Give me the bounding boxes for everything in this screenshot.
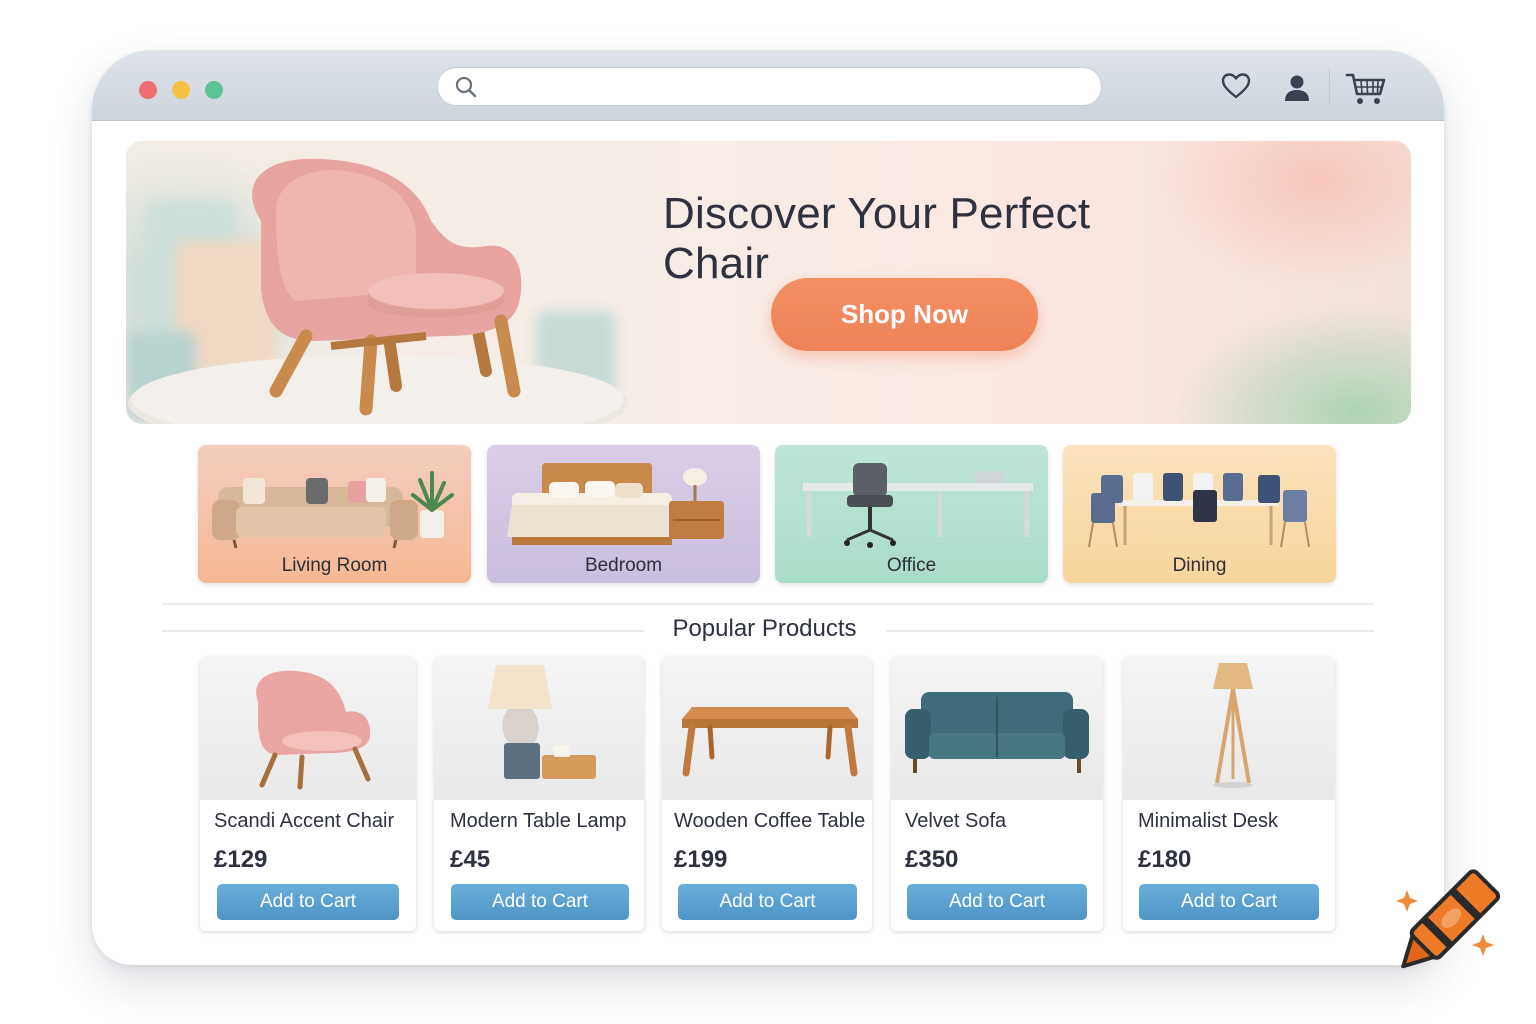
product-price: £350	[905, 846, 959, 873]
section-divider	[162, 603, 1374, 605]
product-image	[434, 657, 644, 800]
close-window-button[interactable]	[139, 81, 157, 99]
floor-lamp-image	[1213, 663, 1253, 788]
product-name: Wooden Coffee Table	[674, 810, 866, 832]
product-card[interactable]: Velvet Sofa £350 Add to Cart	[891, 657, 1103, 931]
product-image	[891, 657, 1103, 800]
shop-now-button[interactable]: Shop Now	[771, 278, 1038, 351]
category-label: Living Room	[281, 555, 388, 576]
category-office[interactable]: Office	[775, 445, 1048, 583]
section-rule-left	[162, 630, 644, 632]
search-input[interactable]	[490, 72, 1084, 102]
heart-icon[interactable]	[1221, 72, 1251, 100]
cart-icon[interactable]	[1345, 72, 1387, 106]
add-to-cart-button[interactable]: Add to Cart	[217, 884, 399, 920]
product-card[interactable]: Minimalist Desk £180 Add to Cart	[1123, 657, 1335, 931]
category-dining[interactable]: Dining	[1063, 445, 1336, 583]
add-to-cart-button[interactable]: Add to Cart	[1139, 884, 1319, 920]
product-image	[200, 657, 416, 800]
category-label: Dining	[1172, 555, 1227, 576]
accent-chair-image	[256, 670, 371, 790]
minimize-window-button[interactable]	[172, 81, 190, 99]
add-to-cart-button[interactable]: Add to Cart	[451, 884, 629, 920]
category-living-room[interactable]: Living Room	[198, 445, 471, 583]
hero-title: Discover Your Perfect Chair	[663, 189, 1091, 288]
product-card[interactable]: Scandi Accent Chair £129 Add to Cart	[200, 657, 416, 931]
toolbar-divider	[1329, 68, 1330, 106]
product-name: Scandi Accent Chair	[214, 810, 395, 832]
product-image	[662, 657, 872, 800]
product-price: £45	[450, 846, 491, 873]
product-card[interactable]: Modern Table Lamp £45 Add to Cart	[434, 657, 644, 931]
product-card[interactable]: Wooden Coffee Table £199 Add to Cart	[662, 657, 872, 931]
hero-chair-image	[128, 158, 628, 424]
product-price: £129	[214, 846, 268, 873]
coffee-table-image	[682, 707, 858, 777]
browser-toolbar	[92, 50, 1444, 121]
user-icon[interactable]	[1284, 74, 1310, 102]
category-label: Bedroom	[584, 555, 663, 576]
product-price: £180	[1138, 846, 1192, 873]
search-icon	[455, 76, 477, 98]
add-to-cart-button[interactable]: Add to Cart	[907, 884, 1087, 920]
velvet-sofa-image	[905, 692, 1089, 773]
table-lamp-image	[488, 665, 596, 779]
maximize-window-button[interactable]	[205, 81, 223, 99]
product-name: Velvet Sofa	[905, 810, 1007, 832]
crayon-icon	[1396, 869, 1501, 969]
category-bedroom[interactable]: Bedroom	[487, 445, 760, 583]
hero-banner: Discover Your Perfect Chair Shop Now	[126, 141, 1411, 424]
add-to-cart-button[interactable]: Add to Cart	[678, 884, 857, 920]
popular-products-heading: Popular Products	[672, 615, 857, 642]
product-price: £199	[674, 846, 728, 873]
category-label: Office	[886, 555, 937, 576]
browser-window: Discover Your Perfect Chair Shop Now Liv…	[92, 50, 1444, 965]
product-name: Modern Table Lamp	[450, 810, 627, 832]
search-bar[interactable]	[437, 67, 1102, 106]
product-image	[1123, 657, 1335, 800]
product-name: Minimalist Desk	[1138, 810, 1279, 832]
section-rule-right	[886, 630, 1374, 632]
